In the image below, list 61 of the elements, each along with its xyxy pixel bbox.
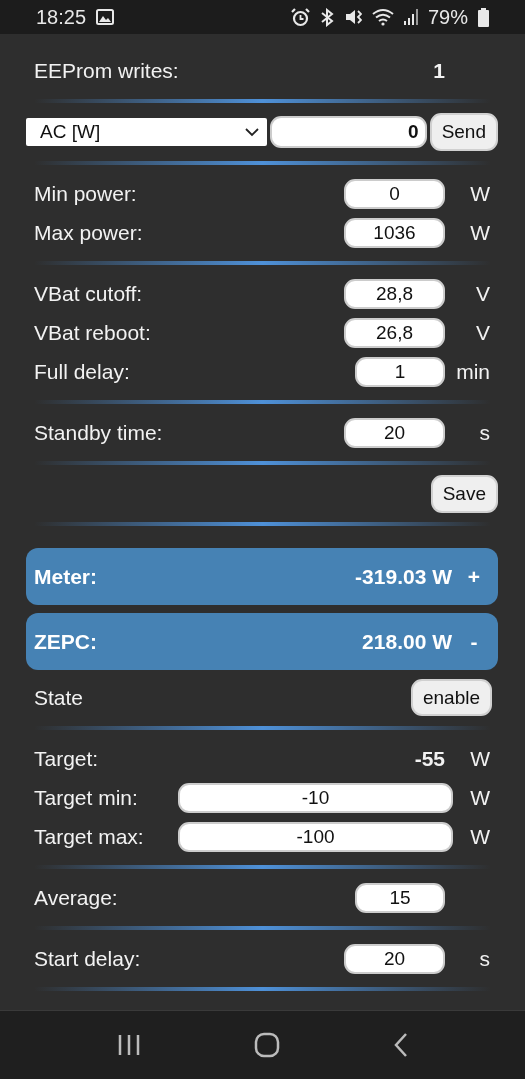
- bluetooth-icon: [319, 7, 334, 27]
- reading-banner[interactable]: Meter: -319.03 W +: [26, 548, 498, 605]
- setting-field[interactable]: 1036: [344, 217, 445, 248]
- caret-icon[interactable]: [245, 127, 259, 137]
- setting-label: Min power:: [34, 181, 138, 206]
- info-value: 1: [432, 58, 446, 83]
- setting-label: Average:: [34, 885, 119, 910]
- setting-label: Target max:: [34, 824, 145, 849]
- mute-icon: [343, 8, 362, 26]
- toggle-sign[interactable]: -: [464, 629, 484, 654]
- setting-label: Standby time:: [34, 420, 164, 445]
- recent-apps-icon[interactable]: [116, 1033, 141, 1057]
- send-button[interactable]: Send: [429, 113, 498, 151]
- unit-label: W: [469, 220, 490, 245]
- reading-banner[interactable]: ZEPC: 218.00 W -: [26, 613, 498, 670]
- unit-label: V: [475, 281, 490, 306]
- setting-field[interactable]: 28,8: [344, 278, 445, 309]
- save-button[interactable]: Save: [430, 474, 498, 513]
- info-label: EEProm writes:: [34, 58, 180, 83]
- banner-label: ZEPC:: [34, 629, 98, 654]
- alarm-icon: [290, 7, 310, 27]
- type-dropdown[interactable]: AC [W]: [26, 118, 267, 146]
- unit-label: V: [475, 320, 490, 345]
- unit-label: s: [478, 946, 490, 971]
- battery-percent: 79%: [427, 5, 468, 29]
- setting-field[interactable]: 20: [344, 417, 445, 448]
- setting-field[interactable]: 0: [344, 178, 445, 209]
- setting-field[interactable]: -100: [178, 821, 453, 852]
- setting-label: Full delay:: [34, 359, 131, 384]
- unit-label: W: [469, 785, 490, 810]
- setting-label: Target:: [34, 746, 100, 771]
- back-icon[interactable]: [392, 1032, 409, 1058]
- setting-label: VBat reboot:: [34, 320, 152, 345]
- setting-label: Max power:: [34, 220, 144, 245]
- enable-button[interactable]: enable: [410, 679, 492, 716]
- setting-field[interactable]: 1: [355, 356, 445, 387]
- wifi-icon: [371, 8, 394, 26]
- setting-field[interactable]: 15: [355, 882, 445, 913]
- unit-label: W: [469, 181, 490, 206]
- setting-field[interactable]: -10: [178, 782, 453, 813]
- toggle-sign[interactable]: +: [464, 564, 484, 589]
- unit-label: s: [478, 420, 490, 445]
- banner-value: -319.03 W: [355, 564, 452, 589]
- setting-value: -55: [414, 746, 445, 771]
- clock-time: 18:25: [36, 5, 87, 29]
- state-label: State: [34, 685, 85, 710]
- banner-value: 218.00 W: [362, 629, 452, 654]
- unit-label: W: [469, 824, 490, 849]
- setting-label: Target min:: [34, 785, 139, 810]
- setting-field[interactable]: 26,8: [344, 317, 445, 348]
- unit-label: min: [455, 359, 490, 384]
- setting-label: Start delay:: [34, 946, 142, 971]
- setting-field[interactable]: 20: [344, 943, 445, 974]
- banner-label: Meter:: [34, 564, 98, 589]
- command-value-field[interactable]: 0: [270, 116, 427, 148]
- unit-label: W: [469, 746, 490, 771]
- signal-icon: [403, 8, 418, 26]
- home-icon[interactable]: [253, 1032, 280, 1058]
- battery-icon: [478, 7, 489, 27]
- setting-label: VBat cutoff:: [34, 281, 144, 306]
- image-icon: [96, 9, 115, 25]
